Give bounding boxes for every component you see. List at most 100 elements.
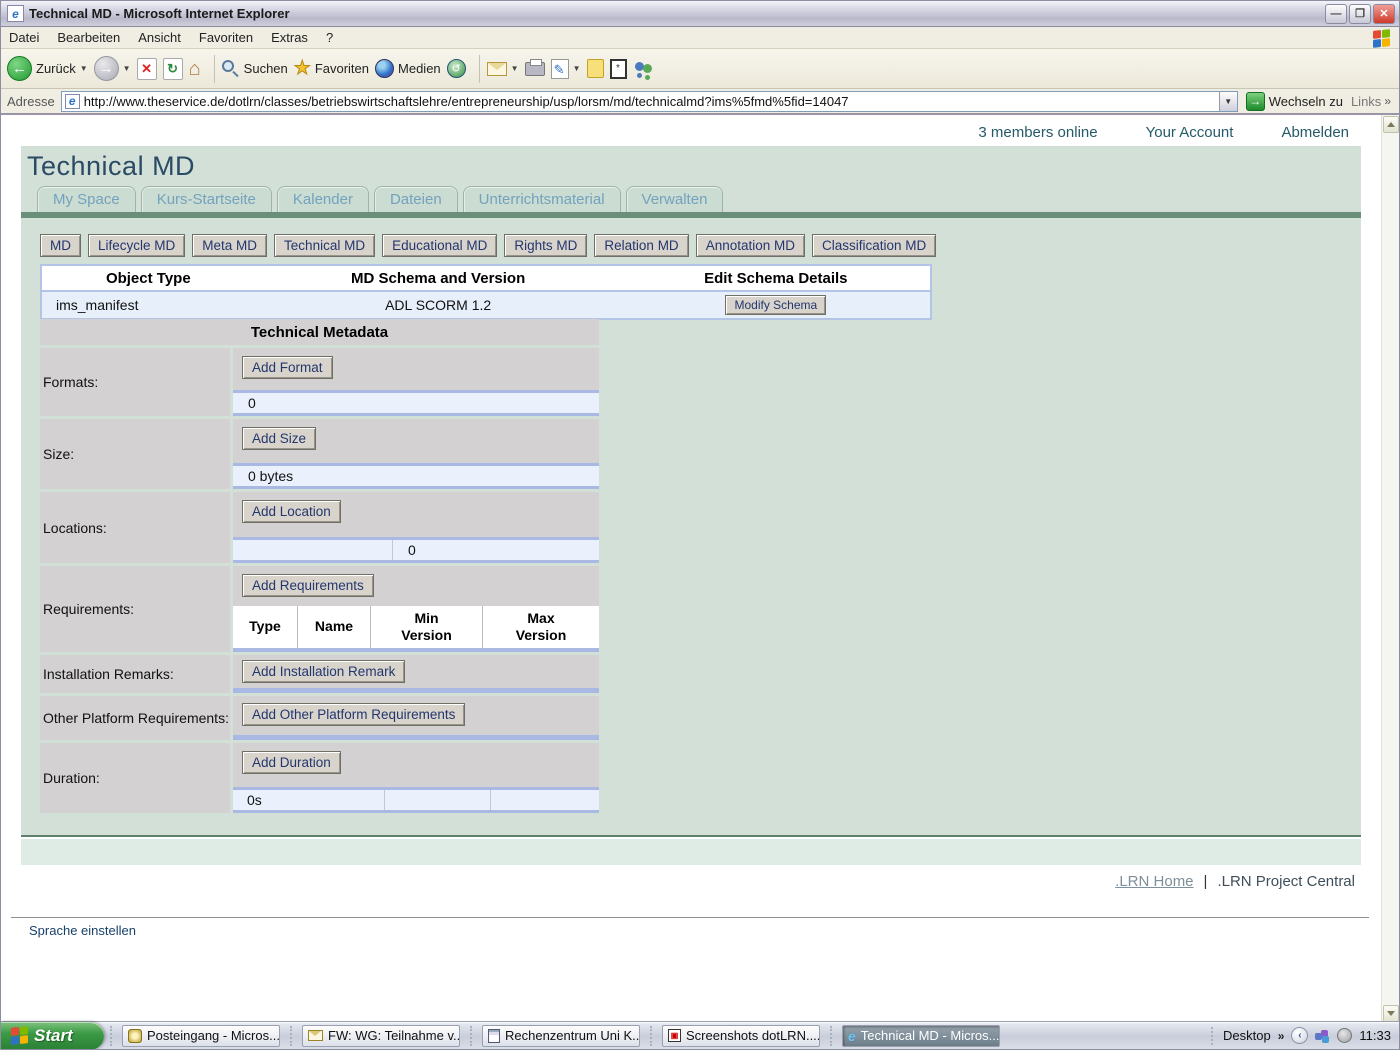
vertical-scrollbar[interactable] — [1381, 115, 1399, 1023]
links-label[interactable]: Links — [1351, 94, 1381, 109]
meta-md-button[interactable]: Meta MD — [192, 234, 267, 257]
task-posteingang[interactable]: Posteingang - Micros... — [122, 1025, 280, 1047]
back-button[interactable]: ← Zurück ▼ — [7, 56, 88, 81]
tab-kalender[interactable]: Kalender — [277, 186, 369, 212]
links-chevron-icon[interactable]: » — [1384, 94, 1391, 108]
portal-tabs: My Space Kurs-Startseite Kalender Dateie… — [37, 186, 723, 212]
add-other-platform-button[interactable]: Add Other Platform Requirements — [242, 703, 465, 726]
add-format-button[interactable]: Add Format — [242, 356, 333, 379]
annotation-md-button[interactable]: Annotation MD — [696, 234, 805, 257]
tab-dateien[interactable]: Dateien — [374, 186, 458, 212]
mail-message-icon — [308, 1030, 323, 1041]
language-link[interactable]: Sprache einstellen — [29, 923, 136, 938]
size-row: Size: Add Size 0 bytes — [40, 419, 599, 489]
forward-dropdown-icon[interactable]: ▼ — [123, 64, 131, 73]
lifecycle-md-button[interactable]: Lifecycle MD — [88, 234, 185, 257]
modify-schema-button[interactable]: Modify Schema — [725, 295, 826, 315]
media-button[interactable]: Medien — [375, 59, 441, 78]
menu-help[interactable]: ? — [326, 30, 333, 45]
close-button[interactable]: ✕ — [1373, 4, 1395, 24]
search-button[interactable]: Suchen — [222, 60, 288, 78]
stop-button[interactable]: ✕ — [137, 58, 157, 80]
notes-button[interactable] — [587, 59, 604, 78]
add-installation-remark-button[interactable]: Add Installation Remark — [242, 660, 405, 683]
desktop-chevron-icon[interactable]: » — [1278, 1029, 1285, 1043]
tab-kurs-startseite[interactable]: Kurs-Startseite — [141, 186, 272, 212]
other-platform-label: Other Platform Requirements: — [43, 710, 229, 726]
restore-button[interactable]: ❐ — [1349, 4, 1371, 24]
tray-collapse-icon[interactable]: ‹ — [1291, 1027, 1308, 1044]
scroll-down-icon[interactable] — [1383, 1005, 1399, 1022]
tab-unterrichtsmaterial[interactable]: Unterrichtsmaterial — [463, 186, 621, 212]
desktop-toolbar-label[interactable]: Desktop — [1223, 1028, 1271, 1043]
go-button[interactable]: → Wechseln zu — [1246, 92, 1343, 111]
md-button[interactable]: MD — [40, 234, 81, 257]
windows-logo-icon — [1367, 28, 1395, 48]
add-duration-button[interactable]: Add Duration — [242, 751, 341, 774]
mail-button[interactable]: ▼ — [487, 62, 519, 76]
tab-verwalten[interactable]: Verwalten — [626, 186, 724, 212]
members-online-link[interactable]: 3 members online — [978, 124, 1097, 141]
other-platform-row: Other Platform Requirements: Add Other P… — [40, 696, 599, 740]
add-requirements-button[interactable]: Add Requirements — [242, 574, 374, 597]
educational-md-button[interactable]: Educational MD — [382, 234, 497, 257]
locations-row: Locations: Add Location 0 — [40, 492, 599, 563]
lrn-project-central-link[interactable]: .LRN Project Central — [1217, 873, 1355, 890]
menu-datei[interactable]: Datei — [9, 30, 39, 45]
menu-extras[interactable]: Extras — [271, 30, 308, 45]
formats-value: 0 — [233, 393, 256, 413]
locations-value: 0 — [393, 540, 416, 560]
start-button[interactable]: Start — [1, 1022, 104, 1050]
tab-my-space[interactable]: My Space — [37, 186, 136, 212]
address-dropdown-icon[interactable]: ▼ — [1219, 92, 1237, 111]
edit-dropdown-icon[interactable]: ▼ — [573, 64, 581, 73]
lrn-home-link[interactable]: .LRN Home — [1115, 873, 1193, 890]
rights-md-button[interactable]: Rights MD — [504, 234, 587, 257]
favorites-button[interactable]: ★ Favoriten — [294, 59, 369, 78]
forward-button[interactable]: → ▼ — [94, 56, 131, 81]
messenger-button[interactable] — [633, 59, 655, 79]
taskbar-grip — [110, 1026, 116, 1046]
footer-divider — [11, 917, 1369, 918]
home-icon: ⌂ — [189, 59, 201, 79]
duration-label: Duration: — [43, 770, 100, 786]
home-button[interactable]: ⌂ — [189, 59, 201, 79]
requirements-row: Requirements: Add Requirements Type Name… — [40, 566, 599, 652]
print-button[interactable] — [525, 62, 545, 76]
add-size-button[interactable]: Add Size — [242, 427, 316, 450]
address-label: Adresse — [7, 94, 55, 109]
history-button[interactable]: ↺ — [447, 59, 466, 78]
edit-button[interactable]: ▼ — [551, 59, 581, 79]
realplayer-button[interactable]: * — [610, 59, 627, 79]
history-icon: ↺ — [447, 59, 466, 78]
menu-favoriten[interactable]: Favoriten — [199, 30, 253, 45]
messenger-tray-icon[interactable] — [1315, 1029, 1330, 1043]
go-icon: → — [1246, 92, 1265, 111]
add-location-button[interactable]: Add Location — [242, 500, 341, 523]
refresh-button[interactable]: ↻ — [163, 58, 183, 80]
address-input[interactable]: http://www.theservice.de/dotlrn/classes/… — [61, 91, 1238, 112]
task-technical-md[interactable]: e Technical MD - Micros... — [842, 1025, 1000, 1047]
menu-ansicht[interactable]: Ansicht — [138, 30, 181, 45]
classification-md-button[interactable]: Classification MD — [812, 234, 936, 257]
req-col-name: Name — [298, 606, 371, 648]
mail-dropdown-icon[interactable]: ▼ — [511, 64, 519, 73]
favorites-star-icon: ★ — [294, 59, 311, 78]
logout-link[interactable]: Abmelden — [1281, 124, 1349, 141]
relation-md-button[interactable]: Relation MD — [594, 234, 688, 257]
messenger-icon — [633, 59, 655, 79]
network-tray-icon[interactable] — [1337, 1028, 1352, 1043]
your-account-link[interactable]: Your Account — [1146, 124, 1234, 141]
task-rechenzentrum[interactable]: Rechenzentrum Uni K... — [482, 1025, 640, 1047]
menu-bearbeiten[interactable]: Bearbeiten — [57, 30, 120, 45]
back-dropdown-icon[interactable]: ▼ — [80, 64, 88, 73]
task-screenshots[interactable]: ▣ Screenshots dotLRN.... — [662, 1025, 820, 1047]
scroll-up-icon[interactable] — [1383, 116, 1399, 133]
browser-window: Technical MD - Microsoft Internet Explor… — [0, 0, 1400, 1050]
technical-md-button[interactable]: Technical MD — [274, 234, 375, 257]
task-mail-message[interactable]: FW: WG: Teilnahme v... — [302, 1025, 460, 1047]
minimize-button[interactable]: — — [1325, 4, 1347, 24]
toolbar-separator — [479, 55, 480, 83]
title-bar: Technical MD - Microsoft Internet Explor… — [1, 1, 1399, 27]
stop-icon: ✕ — [137, 58, 157, 80]
